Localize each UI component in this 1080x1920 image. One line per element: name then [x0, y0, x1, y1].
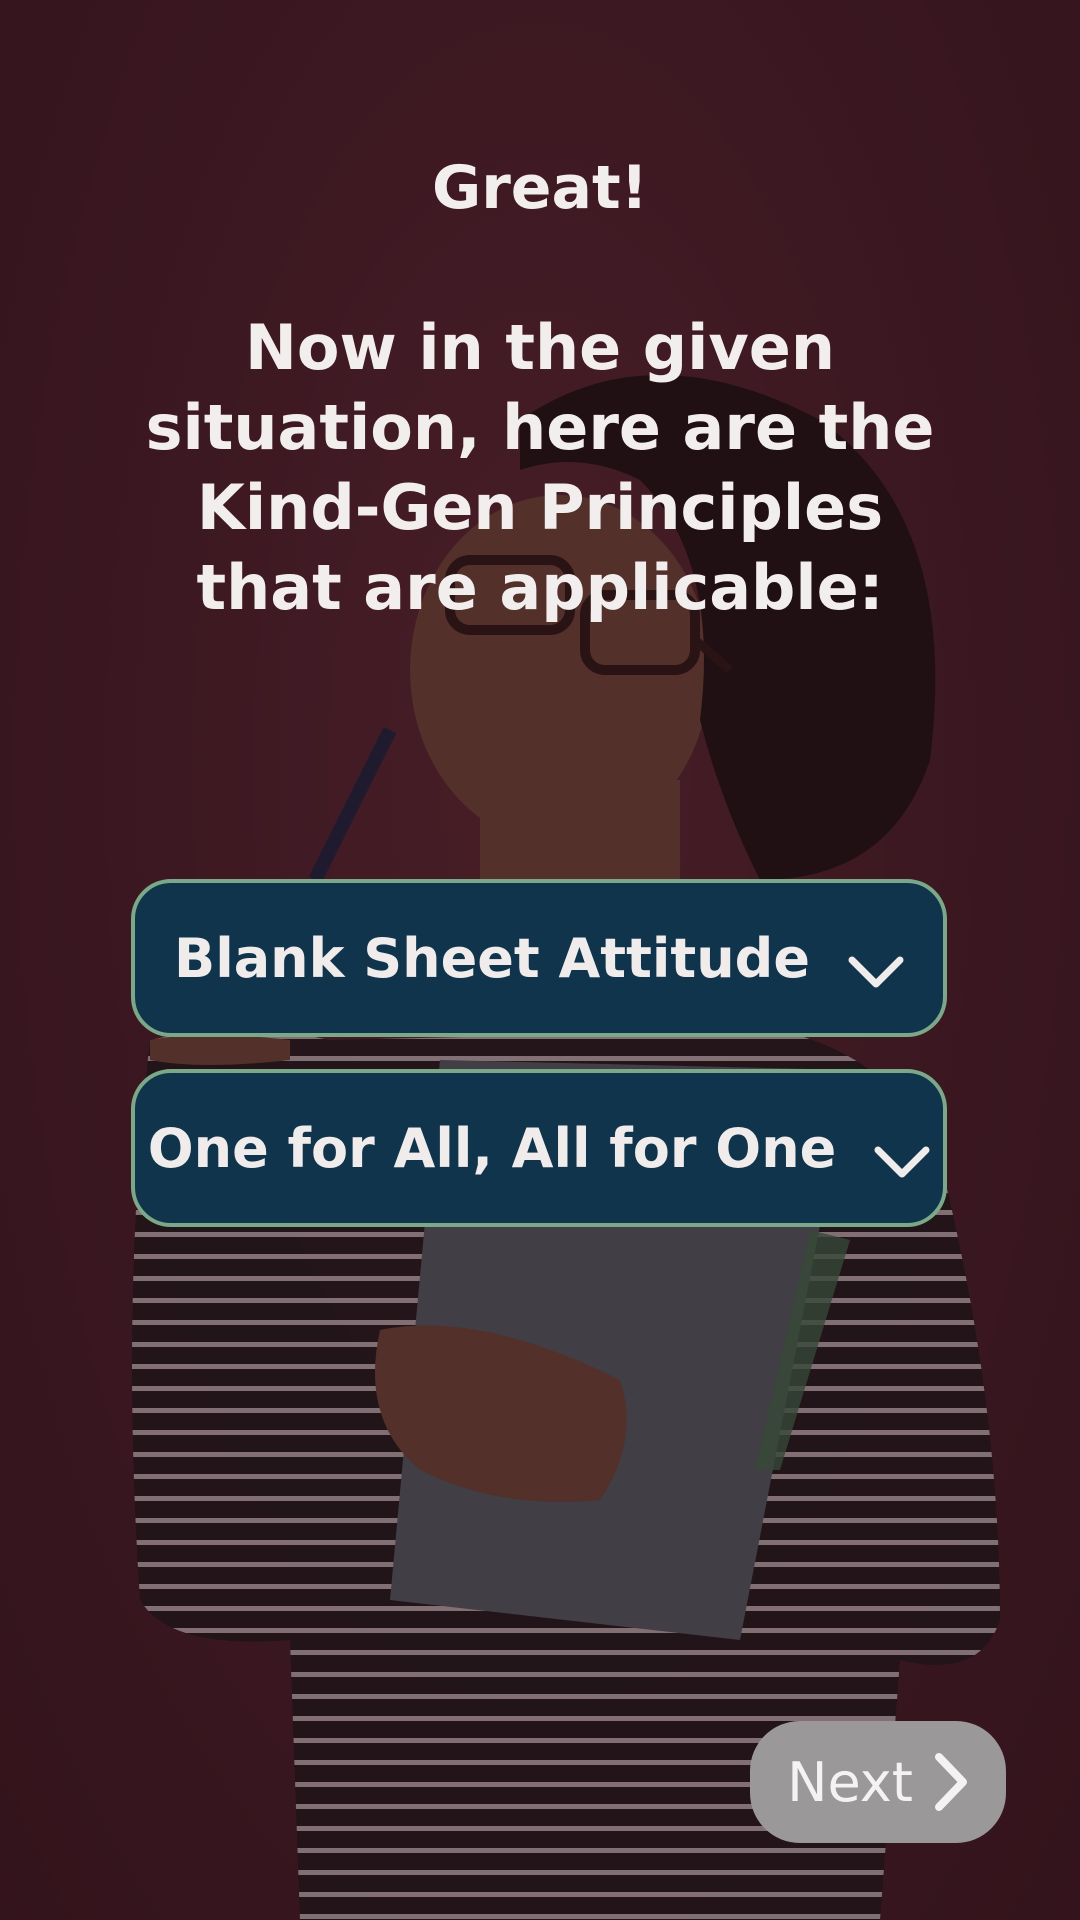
page-title: Great!	[431, 153, 649, 223]
chevron-down-icon	[848, 940, 904, 988]
principle-label: One for All, All for One	[147, 1116, 837, 1180]
prompt-text: Now in the given situation, here are the…	[145, 311, 935, 624]
next-label: Next	[787, 1750, 913, 1814]
principle-dropdown-blank-sheet-attitude[interactable]: Blank Sheet Attitude	[131, 879, 947, 1037]
principle-dropdown-one-for-all[interactable]: One for All, All for One	[131, 1069, 947, 1227]
chevron-down-icon	[874, 1130, 930, 1178]
next-button[interactable]: Next	[750, 1721, 1006, 1843]
chevron-right-icon	[933, 1753, 969, 1811]
principle-label: Blank Sheet Attitude	[174, 926, 810, 990]
